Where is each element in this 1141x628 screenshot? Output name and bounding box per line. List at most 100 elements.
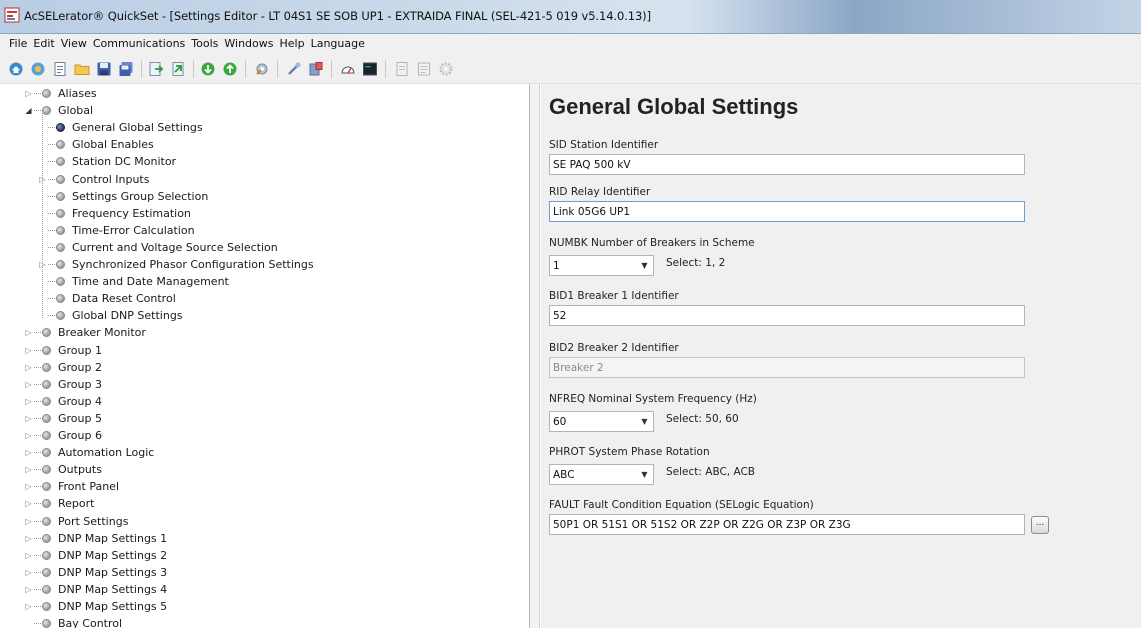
expand-icon[interactable]: ▷ [24, 346, 33, 355]
tree-item-dnp-map-settings-1[interactable]: ▷ DNP Map Settings 1 [24, 530, 167, 547]
green-up-icon[interactable] [220, 59, 240, 79]
expand-icon[interactable]: ▷ [24, 602, 33, 611]
tree-connector [48, 298, 55, 300]
collapse-icon[interactable]: ◢ [24, 106, 33, 115]
tree-item-global[interactable]: ◢ Global [24, 102, 93, 119]
tree-item-time-error-calculation[interactable]: Time-Error Calculation [38, 222, 195, 239]
tree-item-control-inputs[interactable]: ▷ Control Inputs [38, 171, 149, 188]
settings-panel: General Global Settings SID Station Iden… [541, 84, 1141, 628]
tree-item-label: Breaker Monitor [58, 326, 146, 340]
tree-item-breaker-monitor[interactable]: ▷ Breaker Monitor [24, 324, 146, 341]
tree-item-port-settings[interactable]: ▷ Port Settings [24, 513, 128, 530]
expand-icon[interactable]: ▷ [24, 363, 33, 372]
panel-splitter[interactable] [530, 84, 540, 628]
tree-item-outputs[interactable]: ▷ Outputs [24, 461, 102, 478]
tree-item-bay-control[interactable]: Bay Control [24, 615, 122, 628]
bid1-input[interactable]: 52 [549, 305, 1025, 326]
expand-icon[interactable]: ▷ [24, 517, 33, 526]
expand-icon[interactable]: ▷ [24, 585, 33, 594]
tree-item-synchronized-phasor-configuration-settings[interactable]: ▷ Synchronized Phasor Configuration Setti… [38, 256, 314, 273]
tree-item-dnp-map-settings-3[interactable]: ▷ DNP Map Settings 3 [24, 564, 167, 581]
terminal-icon[interactable] [360, 59, 380, 79]
tree-item-station-dc-monitor[interactable]: Station DC Monitor [38, 153, 176, 170]
tree-node-icon [56, 260, 65, 269]
tree-item-group-3[interactable]: ▷ Group 3 [24, 376, 102, 393]
disabled-doc-icon[interactable] [392, 59, 412, 79]
chevron-down-icon[interactable]: ▼ [637, 413, 652, 430]
meter-icon[interactable] [338, 59, 358, 79]
phrot-hint: Select: ABC, ACB [666, 466, 756, 478]
tree-item-group-6[interactable]: ▷ Group 6 [24, 427, 102, 444]
save-icon[interactable] [94, 59, 114, 79]
tree-item-group-1[interactable]: ▷ Group 1 [24, 342, 102, 359]
expand-icon[interactable]: ▷ [24, 414, 33, 423]
expand-icon[interactable]: ▷ [24, 328, 33, 337]
fault-input[interactable]: 50P1 OR 51S1 OR 51S2 OR Z2P OR Z2G OR Z3… [549, 514, 1025, 535]
expand-icon[interactable]: ▷ [24, 568, 33, 577]
phrot-select[interactable]: ABC ▼ [549, 464, 654, 485]
tree-connector [48, 229, 55, 231]
save-all-icon[interactable] [116, 59, 136, 79]
tree-item-report[interactable]: ▷ Report [24, 495, 94, 512]
tree-item-label: Synchronized Phasor Configuration Settin… [72, 258, 314, 271]
device-icon[interactable] [306, 59, 326, 79]
network-icon[interactable] [28, 59, 48, 79]
chevron-down-icon[interactable]: ▼ [637, 257, 652, 274]
menu-help[interactable]: Help [277, 34, 308, 50]
menu-tools[interactable]: Tools [188, 34, 221, 50]
tree-item-group-5[interactable]: ▷ Group 5 [24, 410, 102, 427]
expand-icon[interactable]: ▷ [24, 89, 33, 98]
green-down-icon[interactable] [198, 59, 218, 79]
expand-icon[interactable]: ▷ [24, 431, 33, 440]
menu-communications[interactable]: Communications [90, 34, 188, 50]
disabled-gear-icon[interactable] [436, 59, 456, 79]
fault-edit-button[interactable]: ... [1031, 516, 1049, 534]
nfreq-select[interactable]: 60 ▼ [549, 411, 654, 432]
tree-item-dnp-map-settings-5[interactable]: ▷ DNP Map Settings 5 [24, 598, 167, 615]
menu-windows[interactable]: Windows [221, 34, 276, 50]
tree-item-automation-logic[interactable]: ▷ Automation Logic [24, 444, 154, 461]
wizard-icon[interactable] [284, 59, 304, 79]
nfreq-label: NFREQ Nominal System Frequency (Hz) [549, 393, 757, 405]
tree-item-front-panel[interactable]: ▷ Front Panel [24, 478, 119, 495]
tree-item-current-and-voltage-source-selection[interactable]: Current and Voltage Source Selection [38, 239, 278, 256]
tree-item-dnp-map-settings-2[interactable]: ▷ DNP Map Settings 2 [24, 547, 167, 564]
expand-icon[interactable]: ▷ [24, 448, 33, 457]
expand-icon[interactable]: ▷ [24, 551, 33, 560]
tree-item-general-global-settings[interactable]: General Global Settings [38, 119, 203, 136]
export-icon[interactable] [146, 59, 166, 79]
disabled-list-icon[interactable] [414, 59, 434, 79]
menu-edit[interactable]: Edit [30, 34, 57, 50]
expand-icon[interactable]: ▷ [24, 465, 33, 474]
tree-item-aliases[interactable]: ▷ Aliases [24, 85, 96, 102]
expand-icon[interactable]: ▷ [24, 482, 33, 491]
tree-item-settings-group-selection[interactable]: Settings Group Selection [38, 188, 208, 205]
expand-icon[interactable]: ▷ [24, 534, 33, 543]
numbk-select[interactable]: 1 ▼ [549, 255, 654, 276]
settings-tool-icon[interactable] [252, 59, 272, 79]
tree-item-data-reset-control[interactable]: Data Reset Control [38, 290, 176, 307]
sid-input[interactable]: SE PAQ 500 kV [549, 154, 1025, 175]
tree-item-time-and-date-management[interactable]: Time and Date Management [38, 273, 229, 290]
tree-item-group-4[interactable]: ▷ Group 4 [24, 393, 102, 410]
tree-item-global-dnp-settings[interactable]: Global DNP Settings [38, 307, 183, 324]
tree-item-frequency-estimation[interactable]: Frequency Estimation [38, 205, 191, 222]
tree-node-icon [56, 294, 65, 304]
tree-item-global-enables[interactable]: Global Enables [38, 136, 154, 153]
rid-input[interactable]: Link 05G6 UP1 [549, 201, 1025, 222]
expand-icon[interactable]: ▷ [24, 397, 33, 406]
document-icon[interactable] [50, 59, 70, 79]
menu-view[interactable]: View [58, 34, 90, 50]
expand-icon[interactable]: ▷ [24, 499, 33, 508]
menu-file[interactable]: File [0, 34, 30, 50]
import-icon[interactable] [168, 59, 188, 79]
home-icon[interactable] [6, 59, 26, 79]
open-folder-icon[interactable] [72, 59, 92, 79]
tree-item-group-2[interactable]: ▷ Group 2 [24, 359, 102, 376]
expand-icon[interactable]: ▷ [24, 380, 33, 389]
tree-item-dnp-map-settings-4[interactable]: ▷ DNP Map Settings 4 [24, 581, 167, 598]
tree-node-icon [42, 448, 51, 458]
menu-language[interactable]: Language [308, 34, 368, 50]
tree-node-icon [42, 345, 51, 355]
chevron-down-icon[interactable]: ▼ [637, 466, 652, 483]
